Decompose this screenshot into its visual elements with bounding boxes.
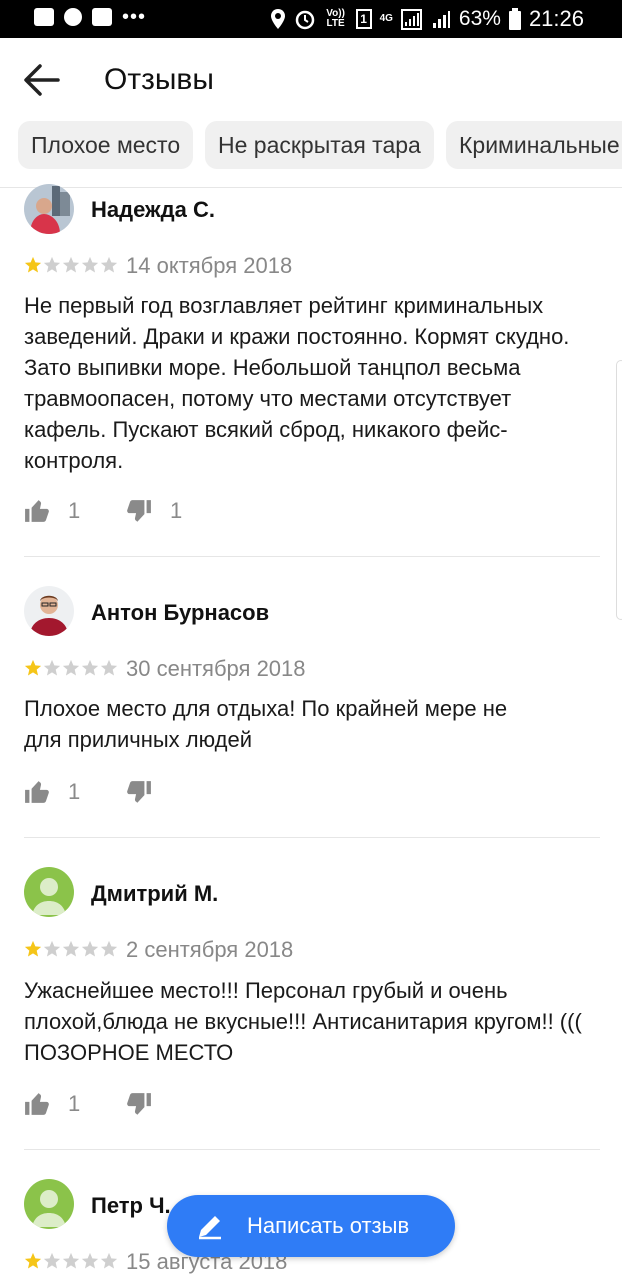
review-author[interactable]: Надежда С. xyxy=(91,197,215,223)
avatar[interactable] xyxy=(24,586,74,636)
star-empty-icon xyxy=(43,940,61,957)
like-button[interactable]: 1 xyxy=(24,779,80,805)
star-empty-icon xyxy=(100,1252,118,1269)
dislike-button[interactable] xyxy=(126,1091,170,1117)
star-empty-icon xyxy=(100,659,118,676)
star-empty-icon xyxy=(81,940,99,957)
clock: 21:26 xyxy=(528,6,584,31)
star-empty-icon xyxy=(100,940,118,957)
volte-label: Vo)) LTE xyxy=(326,8,345,29)
avatar[interactable] xyxy=(24,867,74,917)
review-author[interactable]: Антон Бурнасов xyxy=(91,600,269,626)
thumbs-up-icon xyxy=(25,781,49,803)
review-date: 30 сентября 2018 xyxy=(126,656,306,681)
default-avatar-icon xyxy=(24,1179,74,1229)
filter-chips: Плохое место Не раскрытая тара Криминаль… xyxy=(0,121,622,181)
back-button[interactable] xyxy=(22,62,62,98)
star-filled-icon xyxy=(24,1252,42,1269)
star-filled-icon xyxy=(24,256,42,273)
like-count: 1 xyxy=(68,779,81,804)
star-empty-icon xyxy=(62,659,80,676)
thumbs-up-icon xyxy=(25,500,49,522)
review-text: Ужаснейшее место!!! Персонал грубый и оч… xyxy=(24,978,582,1065)
dislike-button[interactable] xyxy=(126,779,170,805)
chip-bad-place[interactable]: Плохое место xyxy=(18,121,193,169)
review-card: Антон Бурнасов 30 сентября 2018 Плохое м… xyxy=(24,586,600,816)
star-empty-icon xyxy=(62,940,80,957)
review-text: Не первый год возглавляет рейтинг кримин… xyxy=(24,293,570,473)
alarm-icon xyxy=(295,10,314,30)
status-bar: ••• Vo)) LTE 1 4G 63% 21:26 xyxy=(0,0,622,38)
default-avatar-icon xyxy=(24,867,74,917)
dislike-count: 1 xyxy=(170,498,183,523)
message-icon xyxy=(64,8,82,26)
avatar[interactable] xyxy=(24,184,74,234)
gallery-icon xyxy=(34,8,54,26)
app-header: Отзывы xyxy=(0,38,622,122)
like-count: 1 xyxy=(68,1091,81,1116)
dislike-button[interactable]: 1 xyxy=(126,498,182,524)
more-icon: ••• xyxy=(122,6,147,28)
like-count: 1 xyxy=(68,498,81,523)
review-card: Надежда С. 14 октября 2018 Не первый год… xyxy=(24,184,600,544)
signal-icon xyxy=(432,11,450,28)
review-divider xyxy=(24,1149,600,1150)
review-divider xyxy=(24,556,600,557)
review-divider xyxy=(24,837,600,838)
star-empty-icon xyxy=(43,1252,61,1269)
star-empty-icon xyxy=(81,1252,99,1269)
chip-criminal[interactable]: Криминальные xyxy=(446,121,622,169)
battery-level: 63% xyxy=(458,7,501,30)
review-date: 2 сентября 2018 xyxy=(126,937,294,962)
write-review-button[interactable]: Написать отзыв xyxy=(167,1195,455,1257)
like-button[interactable]: 1 xyxy=(24,498,80,524)
star-empty-icon xyxy=(43,256,61,273)
review-text: Плохое место для отдыха! По крайней мере… xyxy=(24,696,508,752)
review-card: Дмитрий М. 2 сентября 2018 Ужаснейшее ме… xyxy=(24,867,600,1127)
star-empty-icon xyxy=(43,659,61,676)
star-empty-icon xyxy=(62,256,80,273)
star-empty-icon xyxy=(100,256,118,273)
page-title: Отзывы xyxy=(104,63,214,96)
chip-open-container[interactable]: Не раскрытая тара xyxy=(205,121,434,169)
thumbs-down-icon xyxy=(127,1093,151,1115)
sim-card-icon xyxy=(92,8,112,26)
star-empty-icon xyxy=(81,256,99,273)
status-bar-right: Vo)) LTE 1 4G 63% 21:26 xyxy=(270,6,584,32)
thumbs-up-icon xyxy=(25,1093,49,1115)
like-button[interactable]: 1 xyxy=(24,1091,80,1117)
sim-slot-badge: 1 xyxy=(355,9,372,29)
review-author[interactable]: Петр Ч. xyxy=(91,1193,171,1219)
rating-stars xyxy=(24,659,118,677)
star-filled-icon xyxy=(24,940,42,957)
rating-stars xyxy=(24,256,118,274)
network-type: 4G xyxy=(379,13,393,24)
wifi-icon xyxy=(400,9,422,30)
battery-icon xyxy=(508,8,521,30)
scroll-indicator xyxy=(616,360,622,620)
thumbs-down-icon xyxy=(127,500,151,522)
status-bar-left: ••• xyxy=(34,6,147,28)
star-empty-icon xyxy=(81,659,99,676)
avatar[interactable] xyxy=(24,1179,74,1229)
star-empty-icon xyxy=(62,1252,80,1269)
write-review-label: Написать отзыв xyxy=(247,1213,410,1238)
review-author[interactable]: Дмитрий М. xyxy=(91,881,218,907)
star-filled-icon xyxy=(24,659,42,676)
rating-stars xyxy=(24,940,118,958)
arrow-left-icon xyxy=(24,64,60,96)
thumbs-down-icon xyxy=(127,781,151,803)
location-icon xyxy=(270,9,285,29)
rating-stars xyxy=(24,1252,118,1270)
review-date: 14 октября 2018 xyxy=(126,253,293,278)
pencil-icon xyxy=(199,1216,221,1240)
